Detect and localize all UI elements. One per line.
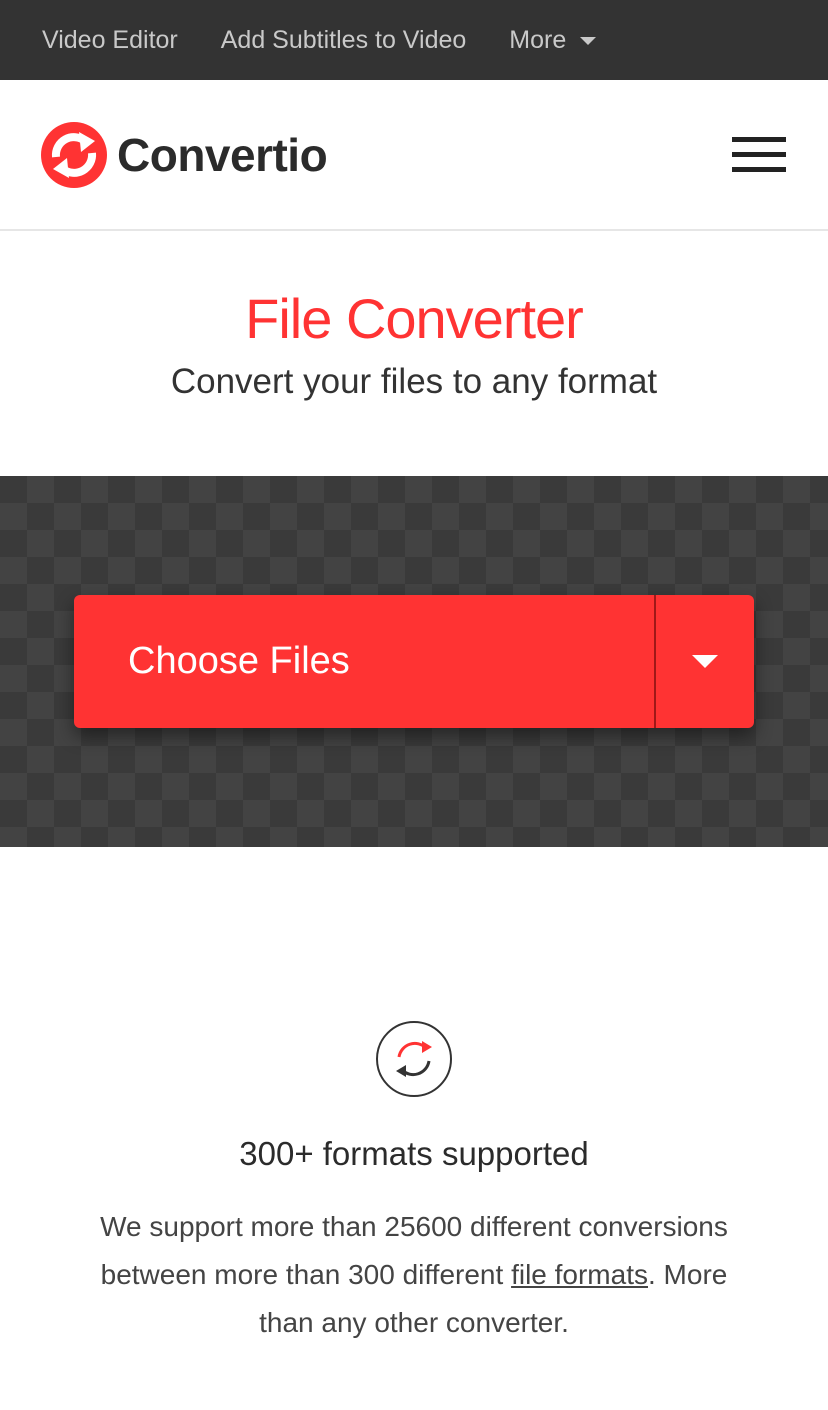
hamburger-icon <box>732 137 786 142</box>
convert-arrows-icon <box>376 1021 452 1097</box>
choose-files-label: Choose Files <box>128 640 350 682</box>
nav-more-label: More <box>509 25 567 54</box>
menu-button[interactable] <box>732 137 786 173</box>
top-nav: Video Editor Add Subtitles to Video More <box>0 0 828 80</box>
chevron-down-icon <box>580 37 597 45</box>
logo[interactable]: Convertio <box>41 122 328 188</box>
feature-title: 300+ formats supported <box>239 1135 589 1172</box>
page-subtitle: Convert your files to any format <box>170 362 658 401</box>
choose-source-dropdown[interactable] <box>656 595 754 728</box>
nav-more-dropdown[interactable]: More <box>509 25 597 55</box>
nav-link-video-editor[interactable]: Video Editor <box>42 26 178 55</box>
convertio-logo-icon <box>41 122 107 188</box>
choose-files-control: Choose Files <box>74 595 754 728</box>
nav-link-add-subtitles[interactable]: Add Subtitles to Video <box>221 26 467 55</box>
chevron-down-icon <box>692 655 718 668</box>
choose-files-button[interactable]: Choose Files <box>74 595 654 728</box>
site-header: Convertio <box>0 80 828 231</box>
feature-description: We support more than 25600 different con… <box>90 1203 738 1347</box>
file-formats-link[interactable]: file formats <box>511 1259 648 1290</box>
logo-text: Convertio <box>117 129 328 181</box>
page-title: File Converter <box>245 287 584 350</box>
